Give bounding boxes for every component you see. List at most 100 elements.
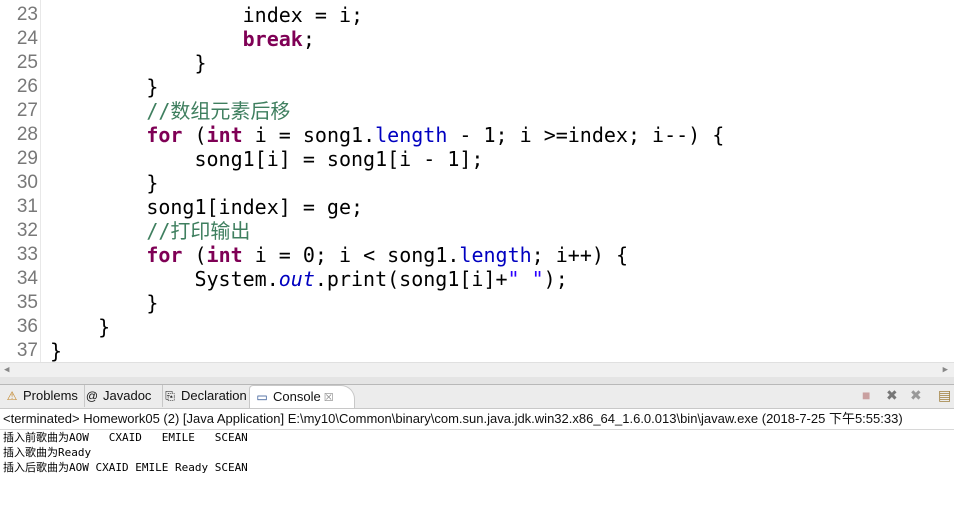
code-line: 34 System.out.print(song1[i]+" "); [0, 267, 954, 291]
clear-console-icon[interactable]: ▤ [938, 387, 951, 404]
line-number: 29 [0, 147, 38, 171]
code-token: } [98, 315, 111, 339]
code-line: 23 index = i; [0, 3, 954, 27]
remove-launch-icon[interactable]: ✖ [886, 387, 898, 404]
code-token: } [50, 339, 63, 362]
close-icon[interactable]: ☒ [321, 392, 334, 404]
code-token: length [375, 123, 448, 147]
code-token: break [242, 27, 303, 51]
line-number: 25 [0, 51, 38, 75]
code-token: .print(song1[i]+ [314, 267, 508, 291]
code-token: System. [194, 267, 279, 291]
code-token: //数组元素后移 [146, 99, 291, 123]
tab-label: Problems [23, 388, 78, 403]
code-line: 27 //数组元素后移 [0, 99, 954, 123]
code-line: 37} [0, 339, 954, 362]
panel-divider[interactable] [0, 377, 954, 385]
code-text: } [146, 171, 158, 195]
code-token: out [278, 267, 315, 291]
code-token: } [146, 171, 159, 195]
console-toolbar: ■ ✖ ✖ ▤ [854, 385, 954, 408]
code-text: System.out.print(song1[i]+" "); [194, 267, 567, 291]
code-line: 30} [0, 171, 954, 195]
console-tab-bar: ⚠ Problems @ Javadoc ⎘ Declaration ▭ Console ☒ [0, 385, 954, 408]
code-text: for (int i = 0; i < song1.length; i++) { [146, 243, 628, 267]
code-line: 28 for (int i = song1.length - 1; i >=ind… [0, 123, 954, 147]
code-text: song1[index] = ge; [146, 195, 363, 219]
code-line: 25} [0, 51, 954, 75]
line-number: 37 [0, 339, 38, 362]
line-number: 33 [0, 243, 38, 267]
line-number: 24 [0, 27, 38, 51]
code-token: index = i; [242, 3, 364, 27]
code-text: } [98, 315, 110, 339]
line-number: 26 [0, 75, 38, 99]
line-number: 27 [0, 99, 38, 123]
code-line: 36} [0, 315, 954, 339]
code-token: int [206, 243, 243, 267]
code-line: 35} [0, 291, 954, 315]
code-token: ; i++) { [531, 243, 628, 267]
code-token: song1[index] = ge; [146, 195, 364, 219]
code-token: song1[i] = song1[i - 1]; [194, 147, 484, 171]
remove-all-icon[interactable]: ✖ [910, 387, 922, 404]
code-text: } [146, 291, 158, 315]
horizontal-scrollbar[interactable]: ◀ ▶ [0, 362, 954, 377]
problems-icon: ⚠ [6, 389, 18, 403]
code-token: //打印输出 [146, 219, 251, 243]
code-token: length [459, 243, 532, 267]
line-number: 36 [0, 315, 38, 339]
code-line: 31 song1[index] = ge; [0, 195, 954, 219]
code-editor[interactable]: 23 index = i; 24 break; 25} 26} 27//数组元素后移 28 fo… [0, 0, 954, 362]
code-line: 29 song1[i] = song1[i - 1]; [0, 147, 954, 171]
code-token: } [146, 291, 159, 315]
console-line: 插入前歌曲为AOW CXAID EMILE SCEAN [3, 431, 248, 444]
scroll-left-icon[interactable]: ◀ [4, 363, 9, 377]
scroll-right-icon[interactable]: ▶ [943, 363, 948, 377]
code-text: for (int i = song1.length - 1; i >=index… [146, 123, 724, 147]
code-line: 24 break; [0, 27, 954, 51]
tab-problems[interactable]: ⚠ Problems [0, 385, 85, 407]
javadoc-icon: @ [85, 389, 99, 403]
tab-console[interactable]: ▭ Console ☒ [249, 385, 355, 408]
code-text: } [194, 51, 206, 75]
code-token: - 1; i >=index; i--) { [447, 123, 725, 147]
code-text: } [50, 339, 62, 362]
code-text: song1[i] = song1[i - 1]; [194, 147, 483, 171]
line-number: 31 [0, 195, 38, 219]
line-number: 28 [0, 123, 38, 147]
code-token: ( [182, 123, 207, 147]
code-token: ( [182, 243, 207, 267]
tab-label: Console [273, 389, 321, 404]
code-token: } [146, 75, 159, 99]
partial-line [0, 0, 954, 2]
tab-declaration[interactable]: ⎘ Declaration [158, 385, 254, 407]
code-token: } [194, 51, 207, 75]
code-token: i = song1. [242, 123, 376, 147]
console-status: <terminated> Homework05 (2) [Java Applic… [0, 408, 954, 430]
line-number: 30 [0, 171, 38, 195]
console-icon: ▭ [256, 390, 268, 404]
code-text: //打印输出 [146, 219, 250, 243]
tab-javadoc[interactable]: @ Javadoc [80, 385, 163, 407]
code-text: break; [243, 27, 315, 51]
line-number: 23 [0, 3, 38, 27]
code-token: int [206, 123, 243, 147]
code-token: i = 0; i < song1. [242, 243, 460, 267]
code-token: for [146, 123, 183, 147]
code-line: 33 for (int i = 0; i < song1.length; i++)… [0, 243, 954, 267]
terminate-icon[interactable]: ■ [862, 387, 870, 403]
code-text: } [146, 75, 158, 99]
tab-label: Declaration [181, 388, 247, 403]
declaration-icon: ⎘ [165, 389, 175, 403]
line-number: 32 [0, 219, 38, 243]
code-text: index = i; [243, 3, 363, 27]
code-token: ); [543, 267, 568, 291]
line-number: 34 [0, 267, 38, 291]
code-line: 32 //打印输出 [0, 219, 954, 243]
console-line: 插入歌曲为Ready [3, 446, 92, 459]
tab-label: Javadoc [103, 388, 152, 403]
console-line: 插入后歌曲为AOW CXAID EMILE Ready SCEAN [3, 461, 248, 474]
code-token: for [146, 243, 183, 267]
code-token: ; [302, 27, 315, 51]
